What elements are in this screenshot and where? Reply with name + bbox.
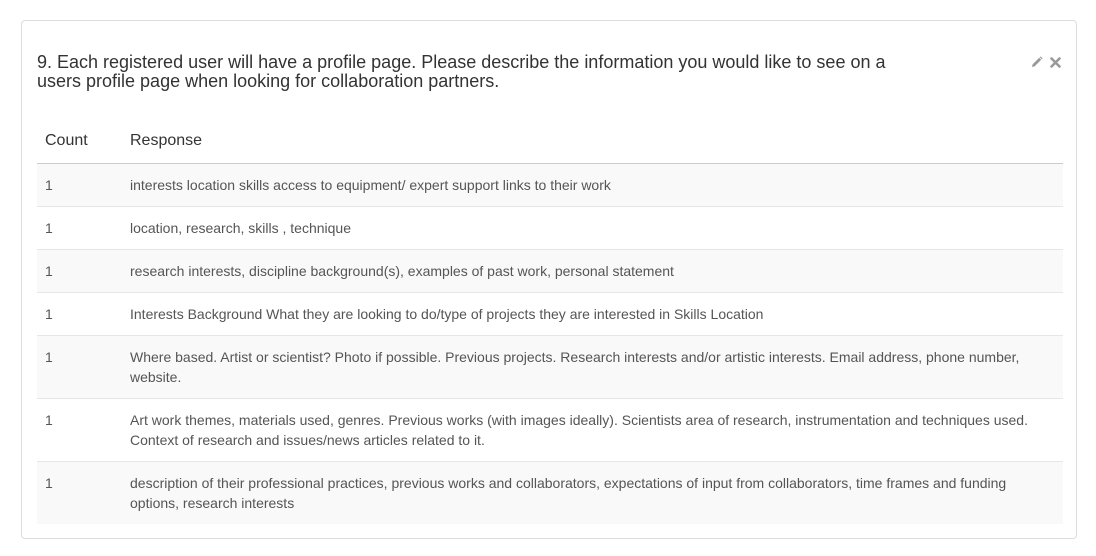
column-header-count: Count	[37, 119, 122, 164]
responses-table: Count Response 1 interests location skil…	[37, 119, 1063, 524]
row-count: 1	[37, 163, 122, 206]
panel-actions	[1030, 55, 1062, 69]
table-row: 1 location, research, skills , technique	[37, 205, 1063, 249]
row-count: 1	[37, 205, 122, 249]
row-count: 1	[37, 248, 122, 292]
table-row: 1 Where based. Artist or scientist? Phot…	[37, 334, 1063, 398]
table-row: 1 research interests, discipline backgro…	[37, 248, 1063, 292]
row-response: interests location skills access to equi…	[122, 163, 1063, 206]
row-count: 1	[37, 291, 122, 335]
table-header-row: Count Response	[37, 119, 1063, 164]
row-response: Art work themes, materials used, genres.…	[122, 397, 1063, 461]
table-row: 1 description of their professional prac…	[37, 460, 1063, 524]
pencil-icon[interactable]	[1030, 55, 1044, 69]
table-row: 1 interests location skills access to eq…	[37, 163, 1063, 206]
close-icon[interactable]	[1048, 55, 1062, 69]
question-title: 9. Each registered user will have a prof…	[37, 52, 886, 91]
row-response: Interests Background What they are looki…	[122, 291, 1063, 335]
table-row: 1 Interests Background What they are loo…	[37, 291, 1063, 335]
row-count: 1	[37, 460, 122, 524]
row-response: Where based. Artist or scientist? Photo …	[122, 334, 1063, 398]
row-response: research interests, discipline backgroun…	[122, 248, 1063, 292]
column-header-response: Response	[122, 119, 1063, 164]
row-response: location, research, skills , technique	[122, 205, 1063, 249]
table-row: 1 Art work themes, materials used, genre…	[37, 397, 1063, 461]
row-count: 1	[37, 397, 122, 461]
row-count: 1	[37, 334, 122, 398]
question-panel: 9. Each registered user will have a prof…	[21, 20, 1077, 539]
row-response: description of their professional practi…	[122, 460, 1063, 524]
